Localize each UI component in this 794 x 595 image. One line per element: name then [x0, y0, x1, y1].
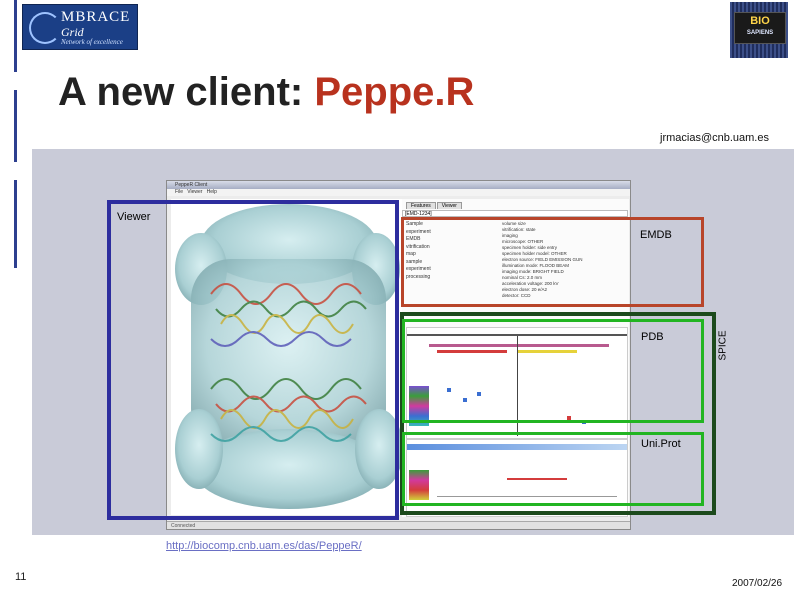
pdb-label: PDB	[641, 331, 664, 343]
slide-title: A new client: Peppe.R	[58, 70, 474, 115]
logo-right-line1: BIO	[750, 15, 770, 27]
app-titlebar: PeppeR Client	[167, 181, 630, 189]
slide-number: 11	[15, 571, 27, 583]
menu-viewer[interactable]: Viewer	[187, 189, 202, 195]
slide-date: 2007/02/26	[732, 578, 783, 589]
spice-label: SPICE	[717, 330, 729, 361]
viewer-highlight-box	[107, 200, 399, 520]
logo-left-line1: MBRACE	[61, 9, 131, 25]
logo-left-line3: Network of excellence	[61, 38, 123, 46]
menu-file[interactable]: File	[175, 189, 183, 195]
emdb-label: EMDB	[640, 229, 672, 241]
left-accent-bar-top	[14, 0, 17, 72]
tab-viewer[interactable]: Viewer	[436, 202, 462, 209]
project-url-link[interactable]: http://biocomp.cnb.uam.es/das/PeppeR/	[166, 540, 362, 552]
left-accent-bar-lower	[14, 180, 17, 268]
feature-tabs: Features Viewer	[406, 202, 463, 209]
embrace-grid-logo: MBRACE Grid Network of excellence	[22, 4, 138, 50]
app-menubar: File Viewer Help	[167, 189, 630, 196]
slide-title-accent: Peppe.R	[314, 70, 475, 114]
left-accent-bar-mid	[14, 90, 17, 162]
logo-right-line2: SAPIENS	[746, 30, 774, 36]
slide-title-prefix: A new client:	[58, 70, 315, 114]
uniprot-label: Uni.Prot	[641, 438, 681, 450]
author-email: jrmacias@cnb.uam.es	[660, 132, 769, 144]
menu-help[interactable]: Help	[207, 189, 217, 195]
tab-features[interactable]: Features	[406, 202, 436, 209]
biosapiens-logo-icon: BIO SAPIENS	[734, 12, 786, 44]
viewer-label: Viewer	[117, 211, 151, 223]
emdb-id-field[interactable]: [EMD-1234]	[402, 210, 628, 217]
embrace-swirl-icon	[29, 12, 61, 44]
app-statusbar: Connected	[167, 521, 630, 529]
biosapiens-logo: BIO SAPIENS	[730, 2, 788, 58]
